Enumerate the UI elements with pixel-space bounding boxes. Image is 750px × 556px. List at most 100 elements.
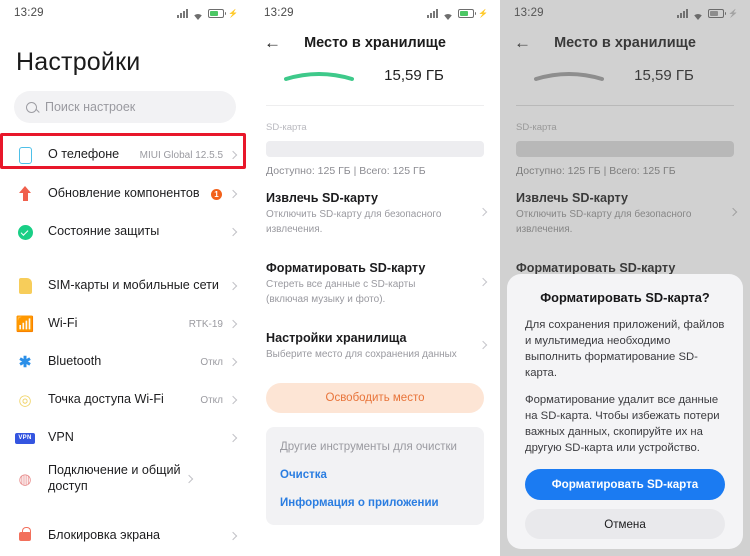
section-title: Форматировать SD-карту (266, 261, 426, 275)
section-title: Настройки хранилища (266, 331, 407, 345)
sidebar-item-connection-sharing[interactable]: ◍ Подключение и общий доступ (0, 457, 250, 501)
dialog-paragraph-1: Для сохранения приложений, файлов и муль… (525, 318, 725, 379)
page-title: Место в хранилище (554, 34, 696, 51)
sidebar-item-label: VPN (48, 430, 74, 445)
status-bar: 13:29 ⚡ (250, 0, 500, 26)
storage-arc-chart (534, 67, 604, 83)
status-icons: ⚡ (177, 8, 238, 20)
chevron-right-icon (228, 150, 238, 160)
tools-header: Другие инструменты для очистки (280, 440, 457, 453)
wifi-icon (692, 8, 704, 20)
chevron-right-icon (228, 319, 238, 329)
phone-icon (14, 146, 36, 164)
dialog-title: Форматировать SD-карта? (540, 289, 710, 305)
charging-bolt-icon: ⚡ (228, 8, 238, 18)
section-title: Извлечь SD-карту (516, 191, 628, 205)
sd-card-label: SD-карта (516, 122, 557, 133)
sidebar-item-security-status[interactable]: Состояние защиты (0, 213, 250, 251)
cancel-button[interactable]: Отмена (525, 509, 725, 539)
sidebar-item-sim-cards[interactable]: SIM-карты и мобильные сети (0, 267, 250, 305)
section-subtitle: Стереть все данные с SD-карты (включая м… (266, 279, 416, 305)
sidebar-item-wifi[interactable]: 📶 Wi-Fi RTK-19 (0, 305, 250, 343)
app-info-link[interactable]: Информация о приложении (280, 481, 470, 509)
sidebar-item-label: Bluetooth (48, 354, 102, 369)
list-divider (0, 501, 250, 517)
vpn-icon: VPN (14, 432, 36, 444)
battery-icon (208, 8, 227, 18)
status-icons: ⚡ (677, 8, 738, 20)
settings-screen: 13:29 ⚡ Настройки Поиск настроек О телеф… (0, 0, 250, 556)
sidebar-item-vpn[interactable]: VPN VPN (0, 419, 250, 457)
storage-usage-summary: 15,59 ГБ (500, 57, 750, 91)
update-badge: 1 (211, 188, 222, 200)
storage-screen: 13:29 ⚡ ← Место в хранилище 15,59 ГБ SD-… (250, 0, 500, 556)
storage-screen-with-dialog: 13:29 ⚡ ← Место в хранилище 15,59 ГБ SD-… (500, 0, 750, 556)
sidebar-item-label: Обновление компонентов (48, 186, 200, 201)
back-arrow-icon[interactable]: ← (264, 34, 290, 51)
storage-topbar: ← Место в хранилище (250, 26, 500, 57)
sidebar-item-about-phone[interactable]: О телефоне MIUI Global 12.5.5 (0, 135, 250, 175)
section-subtitle: Выберите место для сохранения данных (266, 349, 457, 360)
eject-sd-card-item[interactable]: Извлечь SD-карту Отключить SD-карту для … (250, 177, 500, 247)
eject-sd-card-item[interactable]: Извлечь SD-карту Отключить SD-карту для … (500, 177, 750, 247)
section-subtitle: Отключить SD-карту для безопасного извле… (266, 209, 442, 235)
signal-icon (677, 8, 689, 18)
back-arrow-icon[interactable]: ← (514, 34, 540, 51)
status-clock: 13:29 (14, 7, 44, 19)
hotspot-state: Откл (200, 394, 223, 406)
wifi-icon (442, 8, 454, 20)
chevron-right-icon (228, 395, 238, 405)
search-placeholder: Поиск настроек (45, 100, 136, 114)
sd-capacity-text: Доступно: 125 ГБ | Всего: 125 ГБ (516, 165, 676, 177)
chevron-right-icon (228, 281, 238, 291)
share-icon: ◍ (18, 470, 32, 488)
sidebar-item-component-update[interactable]: Обновление компонентов 1 (0, 175, 250, 213)
section-subtitle: Отключить SD-карту для безопасного извле… (516, 209, 692, 235)
sidebar-item-label: Wi-Fi (48, 316, 78, 331)
free-up-space-button[interactable]: Освободить место (266, 382, 484, 413)
format-sd-card-item[interactable]: Форматировать SD-карту Стереть все данны… (250, 247, 500, 317)
sd-capacity-text: Доступно: 125 ГБ | Всего: 125 ГБ (266, 165, 426, 177)
sidebar-item-label: Состояние защиты (48, 224, 160, 239)
status-clock: 13:29 (264, 7, 294, 19)
sidebar-item-label: Точка доступа Wi-Fi (48, 392, 164, 407)
storage-settings-item[interactable]: Настройки хранилища Выберите место для с… (250, 317, 500, 373)
page-title: Настройки (16, 48, 141, 76)
dialog-card: Форматировать SD-карта? Для сохранения п… (507, 273, 743, 549)
bluetooth-state: Откл (200, 356, 223, 368)
status-bar: 13:29 ⚡ (500, 0, 750, 26)
storage-used-value: 15,59 ГБ (384, 66, 444, 84)
sd-card-label: SD-карта (266, 122, 307, 133)
sidebar-item-label: SIM-карты и мобильные сети (48, 278, 219, 293)
sd-usage-bar (516, 141, 734, 157)
sidebar-item-label: Блокировка экрана (48, 528, 161, 543)
list-divider (0, 251, 250, 267)
confirm-format-button[interactable]: Форматировать SD-карта (525, 469, 725, 500)
status-bar: 13:29 ⚡ (0, 0, 250, 26)
signal-icon (177, 8, 189, 18)
about-phone-version: MIUI Global 12.5.5 (139, 149, 223, 161)
bluetooth-icon: ✱ (18, 353, 32, 371)
storage-used-value: 15,59 ГБ (634, 66, 694, 84)
cleanup-link[interactable]: Очистка (280, 453, 470, 481)
sidebar-item-bluetooth[interactable]: ✱ Bluetooth Откл (0, 343, 250, 381)
search-input[interactable]: Поиск настроек (14, 91, 236, 123)
chevron-right-icon (184, 474, 194, 484)
sidebar-item-hotspot[interactable]: ◎ Точка доступа Wi-Fi Откл (0, 381, 250, 419)
sidebar-item-label: О телефоне (48, 147, 120, 162)
signal-icon (427, 8, 439, 18)
chevron-right-icon (228, 189, 238, 199)
section-title: Извлечь SD-карту (266, 191, 378, 205)
sidebar-item-screen-lock[interactable]: Блокировка экрана (0, 517, 250, 555)
other-cleanup-tools: Другие инструменты для очистки Очистка И… (266, 426, 484, 525)
chevron-right-icon (228, 227, 238, 237)
page-title: Место в хранилище (304, 34, 446, 51)
charging-bolt-icon: ⚡ (478, 8, 488, 18)
shield-check-icon (14, 224, 36, 240)
battery-icon (458, 8, 477, 18)
sim-card-icon (14, 278, 36, 294)
storage-arc-chart (284, 67, 354, 83)
wifi-network-name: RTK-19 (188, 318, 223, 330)
format-confirm-dialog: Форматировать SD-карта? Для сохранения п… (500, 273, 750, 556)
dialog-paragraph-2: Форматирование удалит все данные на SD-к… (525, 393, 720, 454)
